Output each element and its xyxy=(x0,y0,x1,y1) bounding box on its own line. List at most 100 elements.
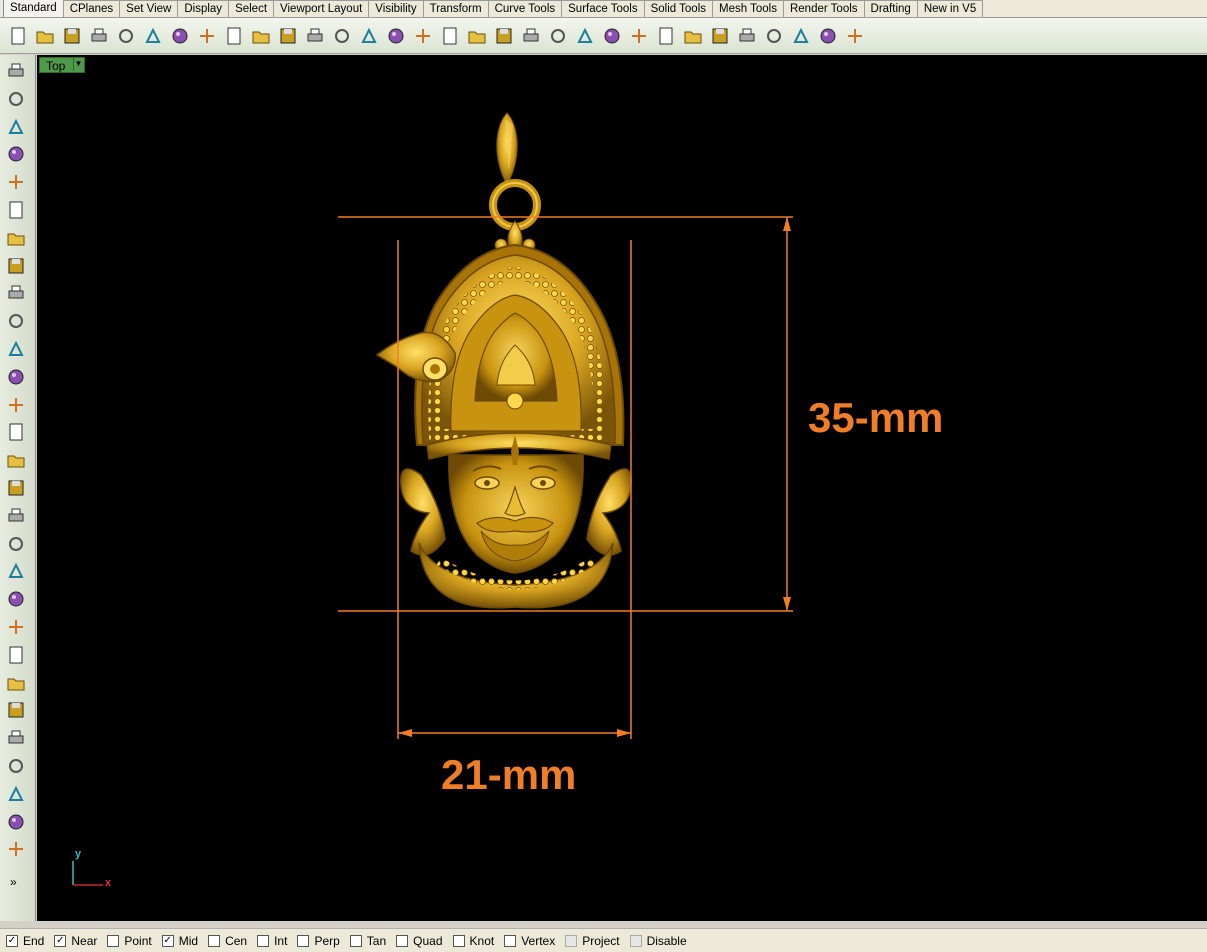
osnap-vertex[interactable]: Vertex xyxy=(504,934,555,948)
analyze-icon[interactable] xyxy=(4,532,28,556)
tab-visibility[interactable]: Visibility xyxy=(368,0,424,17)
color-wheel-icon[interactable] xyxy=(652,22,679,49)
osnap-point-checkbox[interactable] xyxy=(107,934,120,947)
paste-icon[interactable] xyxy=(193,22,220,49)
fillet-curve-icon[interactable] xyxy=(4,309,28,333)
osnap-quad-checkbox[interactable] xyxy=(396,934,409,947)
ellipse-icon[interactable] xyxy=(4,198,28,222)
group-icon[interactable] xyxy=(4,782,28,806)
tab-drafting[interactable]: Drafting xyxy=(863,0,918,17)
print-icon[interactable] xyxy=(85,22,112,49)
osnap-point[interactable]: Point xyxy=(107,934,152,948)
gears-icon[interactable] xyxy=(4,504,28,528)
mesh-icon[interactable] xyxy=(4,476,28,500)
tab-curve-tools[interactable]: Curve Tools xyxy=(487,0,563,17)
curve-icon[interactable] xyxy=(4,142,28,166)
copy-icon[interactable] xyxy=(166,22,193,49)
undo-icon[interactable] xyxy=(220,22,247,49)
zoom-window-icon[interactable] xyxy=(328,22,355,49)
tab-select[interactable]: Select xyxy=(228,0,275,17)
layer-icon[interactable] xyxy=(625,22,652,49)
boolean-union-icon[interactable] xyxy=(4,420,28,444)
rectangle-icon[interactable] xyxy=(4,254,28,278)
osnap-vertex-checkbox[interactable] xyxy=(504,934,517,947)
osnap-end-checkbox[interactable]: ✓ xyxy=(6,934,18,947)
offset-curve-icon[interactable] xyxy=(4,671,28,695)
shaded-sphere-icon[interactable] xyxy=(679,22,706,49)
tab-set-view[interactable]: Set View xyxy=(119,0,179,17)
arc-icon[interactable] xyxy=(4,226,28,250)
grid-snap-icon[interactable] xyxy=(814,22,841,49)
save-icon[interactable] xyxy=(58,22,85,49)
tab-render-tools[interactable]: Render Tools xyxy=(782,0,865,17)
osnap-cen-checkbox[interactable] xyxy=(208,934,221,947)
osnap-mid[interactable]: ✓ Mid xyxy=(161,934,198,948)
osnap-disable-checkbox[interactable] xyxy=(629,934,642,947)
select-arrow-icon[interactable] xyxy=(4,59,28,83)
transform-icon[interactable] xyxy=(4,754,28,778)
osnap-mid-checkbox[interactable]: ✓ xyxy=(161,934,174,947)
osnap-disable[interactable]: Disable xyxy=(629,934,687,948)
cplane-icon[interactable] xyxy=(517,22,544,49)
tab-transform[interactable]: Transform xyxy=(422,0,489,17)
osnap-near[interactable]: ✓ Near xyxy=(54,934,97,948)
new-file-icon[interactable] xyxy=(4,22,31,49)
join-icon[interactable] xyxy=(4,615,28,639)
osnap-quad[interactable]: Quad xyxy=(396,934,443,948)
tab-new-in-v5[interactable]: New in V5 xyxy=(916,0,984,17)
osnap-int[interactable]: Int xyxy=(257,934,287,948)
blue-sphere-icon[interactable] xyxy=(733,22,760,49)
polygon-icon[interactable] xyxy=(4,281,28,305)
polyline-icon[interactable] xyxy=(4,115,28,139)
point-icon[interactable] xyxy=(4,87,28,111)
text-icon[interactable] xyxy=(4,726,28,750)
osnap-perp-checkbox[interactable] xyxy=(297,934,310,947)
undo-view-icon[interactable] xyxy=(409,22,436,49)
osnap-near-checkbox[interactable]: ✓ xyxy=(54,934,67,947)
osnap-tan[interactable]: Tan xyxy=(349,934,386,948)
blend-curve-icon[interactable] xyxy=(4,698,28,722)
zoom-selected-icon[interactable] xyxy=(382,22,409,49)
light-bulb-icon[interactable] xyxy=(571,22,598,49)
box-icon[interactable] xyxy=(4,393,28,417)
tab-cplanes[interactable]: CPlanes xyxy=(62,0,121,17)
dimension-icon[interactable] xyxy=(4,810,28,834)
import-icon[interactable] xyxy=(112,22,139,49)
top-viewport[interactable]: Top ▼ 35-mm 21-mm y x xyxy=(37,55,1207,921)
named-cplane-icon[interactable] xyxy=(490,22,517,49)
block-icon[interactable] xyxy=(4,837,28,861)
osnap-knot[interactable]: Knot xyxy=(452,934,494,948)
extrude-icon[interactable] xyxy=(4,365,28,389)
cylinder-icon[interactable] xyxy=(4,448,28,472)
lock-icon[interactable] xyxy=(598,22,625,49)
open-folder-icon[interactable] xyxy=(31,22,58,49)
tab-standard[interactable]: Standard xyxy=(3,0,64,17)
circle-icon[interactable] xyxy=(4,170,28,194)
osnap-project[interactable]: Project xyxy=(565,934,620,948)
surface-icon[interactable] xyxy=(4,337,28,361)
car-icon[interactable] xyxy=(463,22,490,49)
osnap-icon[interactable] xyxy=(544,22,571,49)
tab-display[interactable]: Display xyxy=(177,0,230,17)
help-icon[interactable] xyxy=(841,22,868,49)
rotate-view-icon[interactable] xyxy=(274,22,301,49)
osnap-perp[interactable]: Perp xyxy=(297,934,340,948)
tab-mesh-tools[interactable]: Mesh Tools xyxy=(712,0,784,17)
four-viewports-icon[interactable] xyxy=(436,22,463,49)
trim-icon[interactable] xyxy=(4,587,28,611)
pendant-model[interactable] xyxy=(375,112,632,609)
pan-hand-icon[interactable] xyxy=(247,22,274,49)
options-gear-icon[interactable] xyxy=(787,22,814,49)
tab-surface-tools[interactable]: Surface Tools xyxy=(561,0,645,17)
tab-solid-tools[interactable]: Solid Tools xyxy=(643,0,713,17)
osnap-end[interactable]: ✓ End xyxy=(6,934,44,948)
osnap-int-checkbox[interactable] xyxy=(257,934,270,947)
cut-icon[interactable] xyxy=(139,22,166,49)
rendered-sphere-icon[interactable] xyxy=(706,22,733,49)
osnap-tan-checkbox[interactable] xyxy=(349,934,362,947)
zoom-dynamic-icon[interactable] xyxy=(301,22,328,49)
zoom-extents-icon[interactable] xyxy=(355,22,382,49)
tab-viewport-layout[interactable]: Viewport Layout xyxy=(273,0,370,17)
more-tools-chevron-icon[interactable]: » xyxy=(10,875,17,889)
split-icon[interactable] xyxy=(4,559,28,583)
